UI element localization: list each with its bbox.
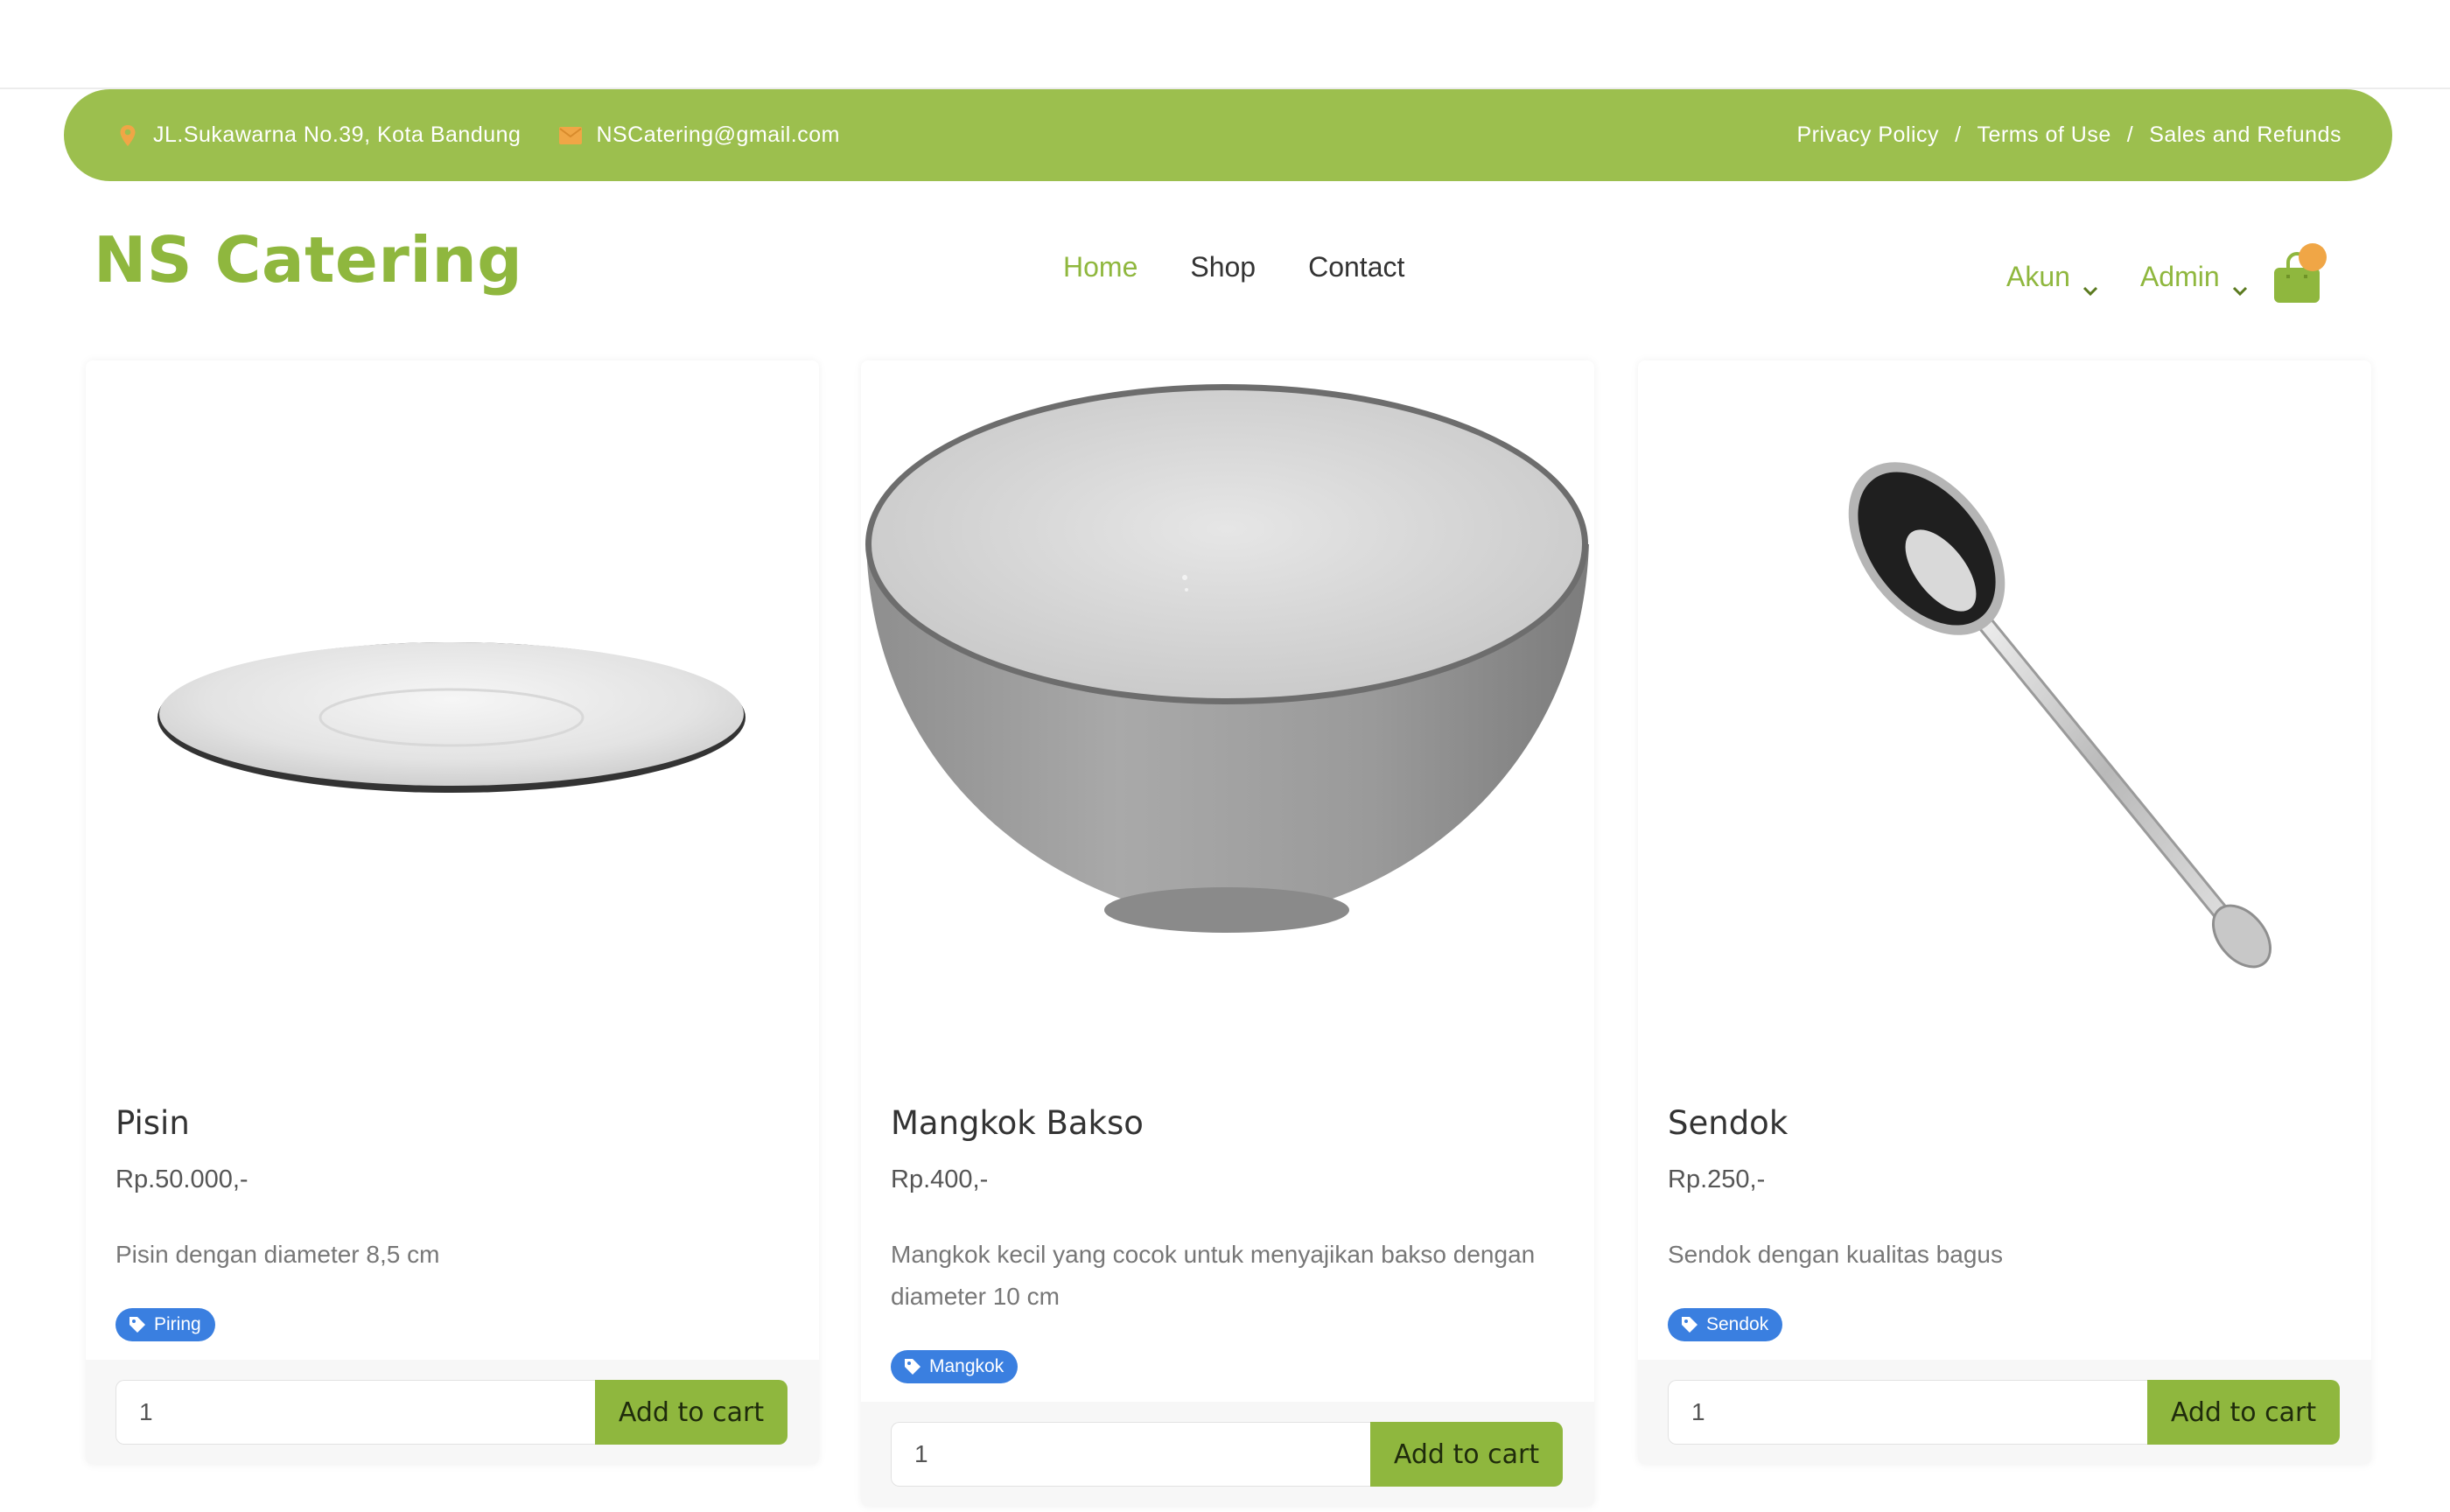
chevron-down-icon (2082, 271, 2098, 304)
product-price: Rp.250,- (1668, 1166, 1766, 1194)
product-card: Pisin Rp.50.000,- Pisin dengan diameter … (86, 360, 819, 1465)
product-description: Mangkok kecil yang cocok untuk menyajika… (891, 1241, 1536, 1310)
product-price: Rp.50.000,- (116, 1166, 248, 1194)
top-info-bar: JL.Sukawarna No.39, Kota Bandung NSCater… (64, 89, 2392, 181)
admin-dropdown[interactable]: Admin (2139, 260, 2248, 296)
quantity-input[interactable] (891, 1422, 1370, 1487)
add-to-cart-button[interactable]: Add to cart (1370, 1422, 1563, 1487)
admin-label: Admin (2139, 260, 2220, 292)
product-card: Mangkok Bakso Rp.400,- Mangkok kecil yan… (861, 360, 1594, 1507)
product-image[interactable] (861, 360, 1594, 1043)
main-nav: Home Shop Contact (1063, 251, 1457, 284)
product-name[interactable]: Mangkok Bakso (891, 1104, 1144, 1142)
tag-icon (1680, 1315, 1699, 1334)
chevron-down-icon (2232, 271, 2248, 304)
tag-label: Mangkok (929, 1356, 1004, 1376)
terms-of-use-link[interactable]: Terms of Use (1978, 122, 2111, 148)
email-link[interactable]: NSCatering@gmail.com (596, 122, 840, 148)
nav-item-contact[interactable]: Contact (1308, 251, 1404, 284)
cart-count-badge (2298, 243, 2327, 271)
product-name[interactable]: Sendok (1668, 1104, 1788, 1142)
product-image[interactable] (1638, 360, 2371, 1043)
account-menu: Akun Admin (2006, 243, 2327, 304)
category-tag[interactable]: Mangkok (891, 1350, 1018, 1383)
akun-dropdown[interactable]: Akun (2006, 260, 2098, 296)
category-tag[interactable]: Sendok (1668, 1308, 1783, 1341)
email-info: NSCatering@gmail.com (557, 122, 840, 149)
add-to-cart-button[interactable]: Add to cart (595, 1380, 788, 1445)
link-separator: / (1955, 122, 1962, 147)
sales-and-refunds-link[interactable]: Sales and Refunds (2149, 122, 2342, 148)
tag-icon (903, 1357, 922, 1376)
product-description: Sendok dengan kualitas bagus (1668, 1241, 2003, 1268)
akun-label: Akun (2006, 260, 2070, 292)
product-card: Sendok Rp.250,- Sendok dengan kualitas b… (1638, 360, 2371, 1465)
add-to-cart-button[interactable]: Add to cart (2147, 1380, 2340, 1445)
page: JL.Sukawarna No.39, Kota Bandung NSCater… (0, 0, 2450, 1512)
tag-label: Piring (154, 1314, 201, 1334)
contact-info: JL.Sukawarna No.39, Kota Bandung NSCater… (115, 122, 877, 149)
tag-label: Sendok (1706, 1314, 1769, 1334)
product-name[interactable]: Pisin (116, 1104, 190, 1142)
tag-icon (128, 1315, 147, 1334)
link-separator: / (2126, 122, 2134, 147)
cart-button[interactable] (2271, 243, 2327, 304)
quantity-input[interactable] (1668, 1380, 2147, 1445)
add-to-cart-form: Add to cart (86, 1360, 819, 1465)
address-text: JL.Sukawarna No.39, Kota Bandung (153, 122, 522, 147)
nav-item-shop[interactable]: Shop (1190, 251, 1256, 284)
category-tag[interactable]: Piring (116, 1308, 215, 1341)
shopping-bag-icon (2271, 252, 2323, 311)
map-pin-icon (115, 122, 141, 149)
policy-links: Privacy Policy / Terms of Use / Sales an… (1796, 122, 2342, 148)
product-price: Rp.400,- (891, 1166, 989, 1194)
nav-item-home[interactable]: Home (1063, 251, 1138, 284)
envelope-icon (557, 122, 584, 149)
privacy-policy-link[interactable]: Privacy Policy (1796, 122, 1939, 148)
product-description: Pisin dengan diameter 8,5 cm (116, 1241, 440, 1268)
product-image[interactable] (86, 360, 819, 1043)
brand-logo[interactable]: NS Catering (94, 223, 522, 297)
add-to-cart-form: Add to cart (1638, 1360, 2371, 1465)
quantity-input[interactable] (116, 1380, 595, 1445)
address-info: JL.Sukawarna No.39, Kota Bandung (115, 122, 521, 149)
add-to-cart-form: Add to cart (861, 1402, 1594, 1507)
